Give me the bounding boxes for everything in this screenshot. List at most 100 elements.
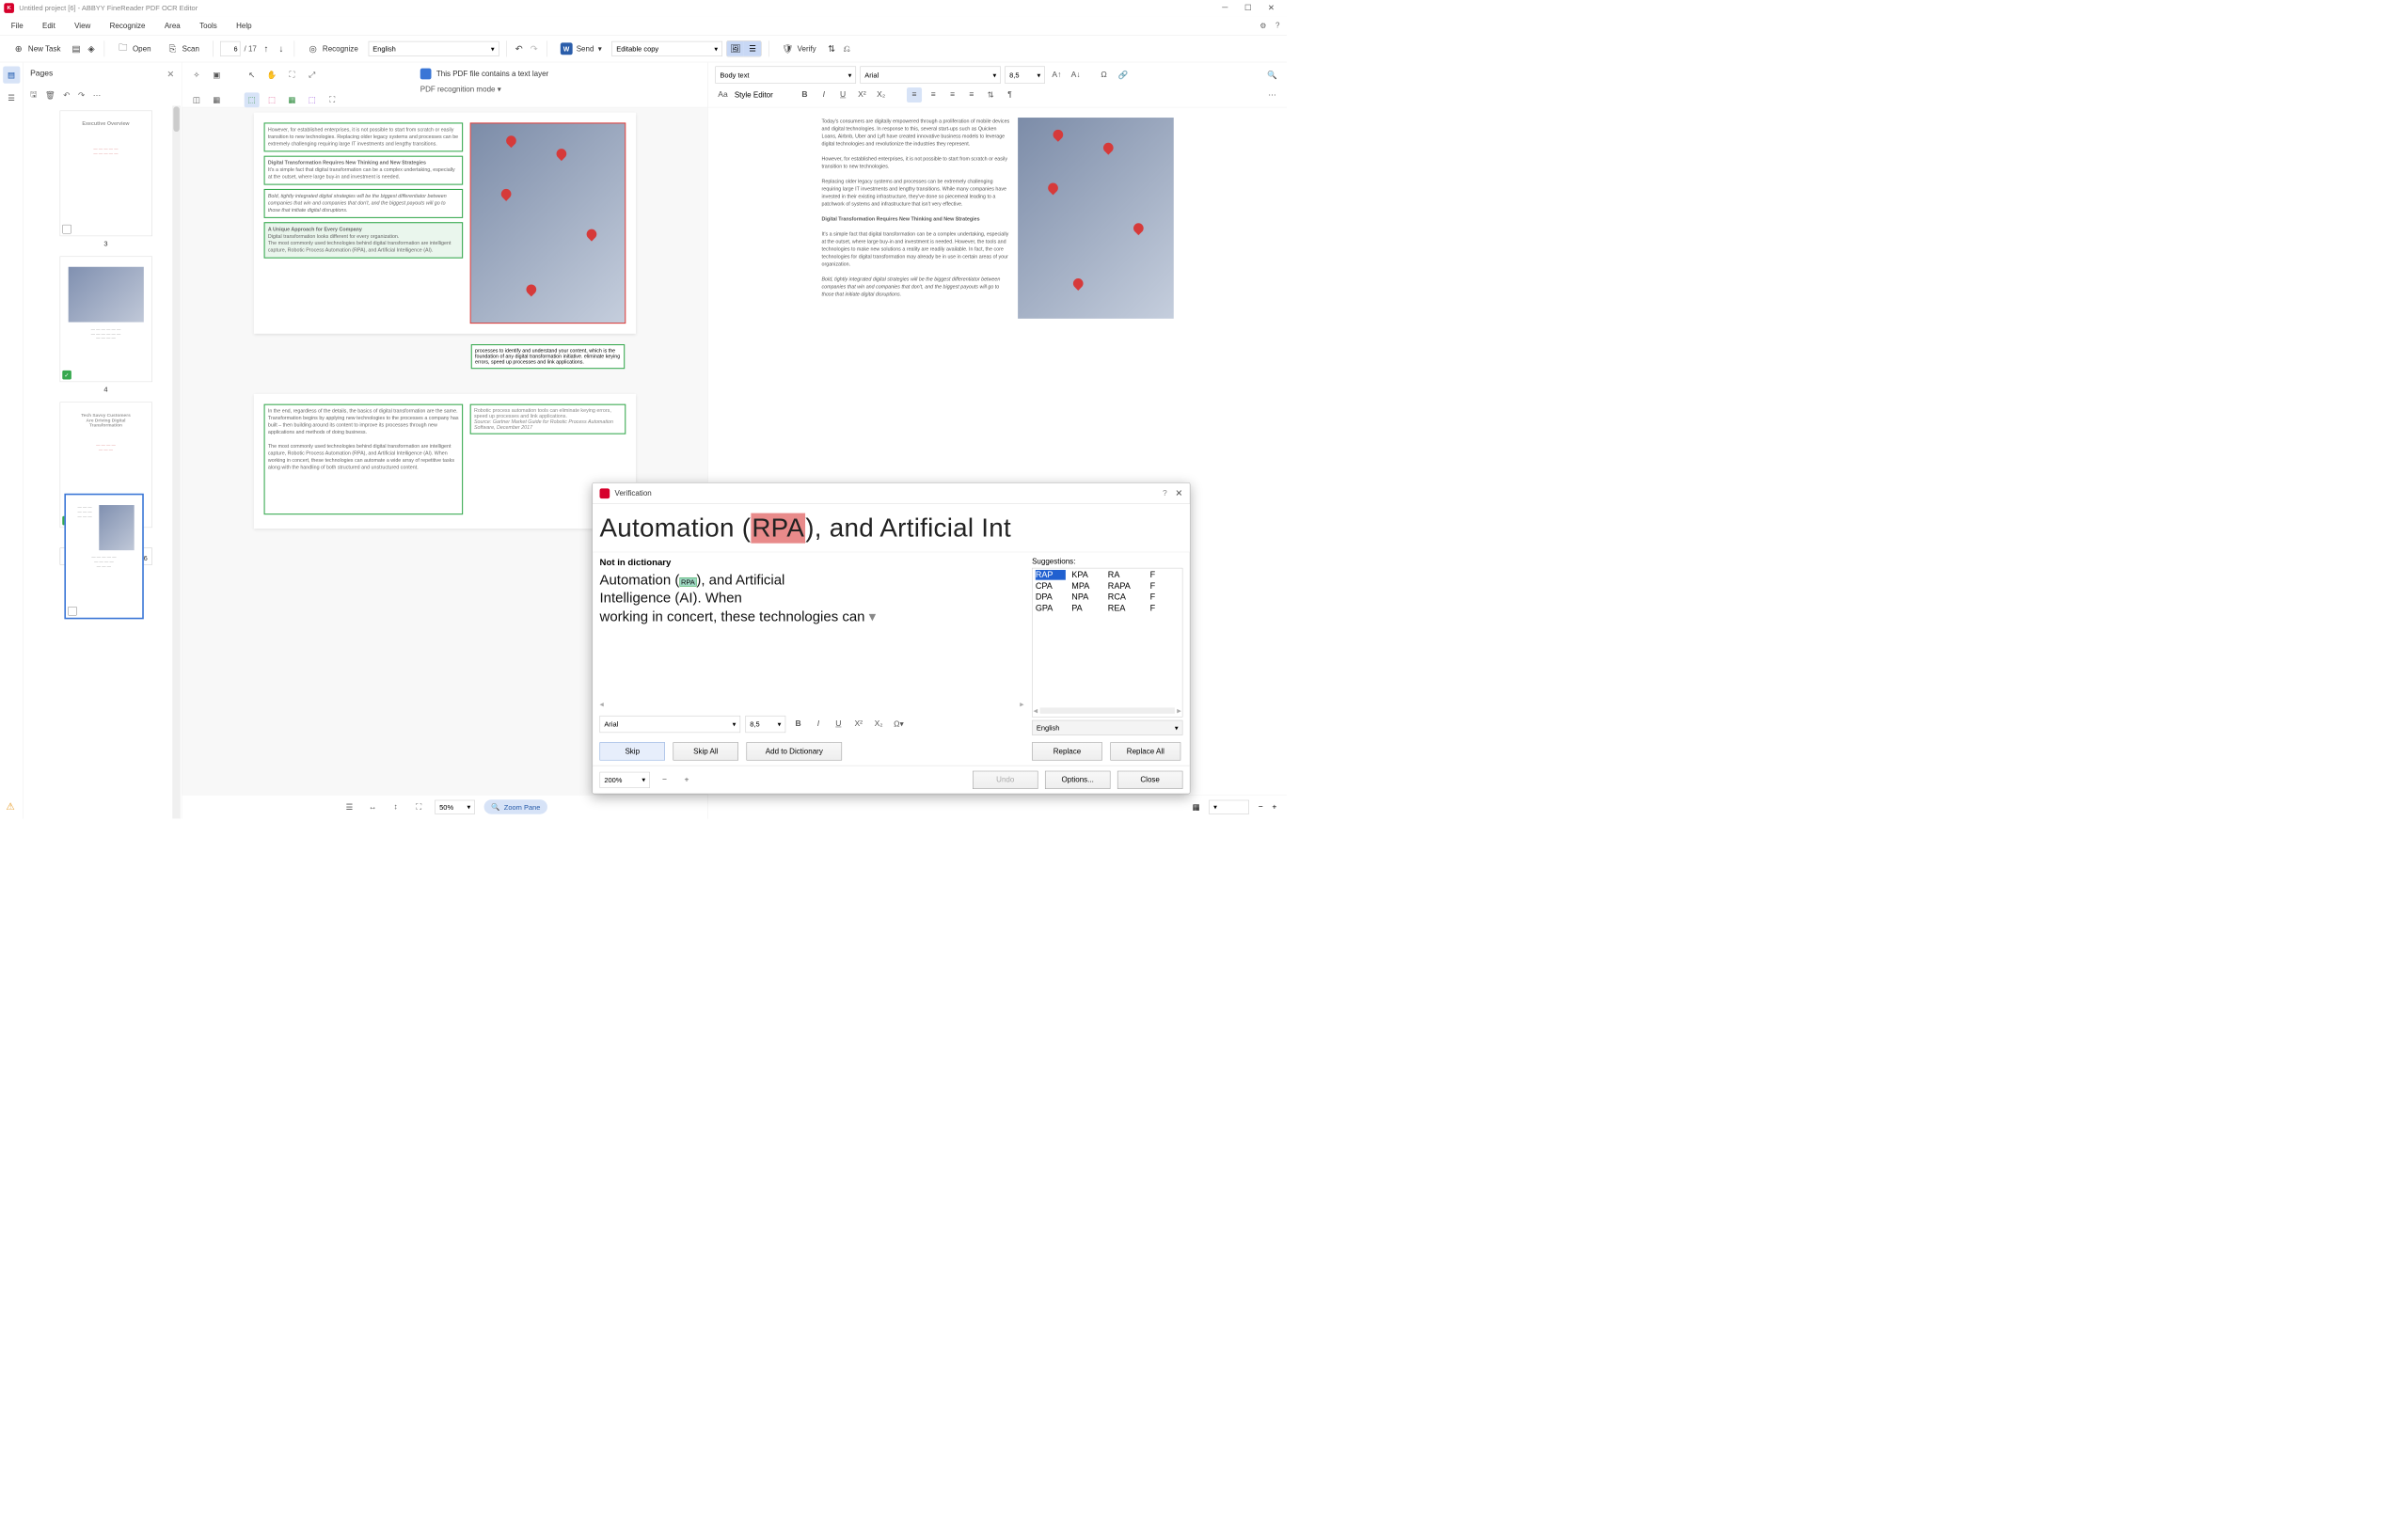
page-thumb-selected[interactable]: — — —— — —— — —— — — — —— — — —— — —6 (59, 547, 151, 564)
rail-list[interactable]: ☰ (3, 89, 20, 106)
tool-a-icon[interactable]: ⇅ (826, 43, 837, 55)
style-editor-label[interactable]: Style Editor (735, 90, 773, 99)
more-icon[interactable]: ⋯ (93, 90, 102, 101)
layers-icon[interactable]: ◈ (86, 43, 97, 55)
grid-icon[interactable]: ▦ (1193, 802, 1200, 813)
close-pages-icon[interactable]: ✕ (166, 69, 174, 79)
menu-file[interactable]: File (7, 20, 26, 32)
redo-icon[interactable]: ↷ (529, 43, 540, 55)
more-formatting-icon[interactable]: ⋯ (1264, 87, 1279, 103)
open-button[interactable]: 🗀Open (111, 40, 156, 57)
options-button[interactable]: Options... (1045, 770, 1110, 788)
save-icon[interactable]: 🖫 (30, 88, 37, 102)
zoom-out-icon[interactable]: − (1259, 802, 1263, 812)
scroll-right-icon[interactable]: ▸ (1020, 699, 1023, 709)
verify-zoom-in-icon[interactable]: + (679, 772, 694, 787)
fit-icon[interactable]: ⛶ (284, 68, 299, 83)
rail-pages[interactable]: ▤ (3, 67, 20, 84)
view-image-icon[interactable]: 🖼 (727, 41, 744, 56)
verify-bold-icon[interactable]: B (791, 717, 806, 732)
verify-context-text[interactable]: Automation (RPA), and Artificial Intelli… (600, 571, 1024, 697)
image-area[interactable]: processes to identify and understand you… (470, 122, 626, 324)
font-select[interactable]: Arial▾ (860, 67, 1001, 84)
hand-icon[interactable]: ✋ (264, 68, 279, 83)
fit-height-icon[interactable]: ↕ (388, 799, 403, 813)
area-table-icon[interactable]: ▦ (284, 92, 299, 107)
page-thumb[interactable]: Executive Overview— — — — —— — — — —3 (59, 111, 151, 247)
symbol-icon[interactable]: Ω (1097, 68, 1112, 83)
recognition-mode-dropdown[interactable]: PDF recognition mode ▾ (420, 85, 701, 94)
align-center-icon[interactable]: ≡ (926, 87, 941, 103)
line-spacing-icon[interactable]: ⇅ (983, 87, 998, 103)
delete-icon[interactable]: 🗑 (45, 90, 55, 101)
zoom-select[interactable]: 50%▾ (435, 799, 475, 813)
skip-button[interactable]: Skip (600, 742, 665, 760)
add-dictionary-button[interactable]: Add to Dictionary (747, 742, 843, 760)
menu-edit[interactable]: Edit (39, 20, 59, 32)
send-button[interactable]: WSend▾ (554, 39, 608, 57)
menu-view[interactable]: View (71, 20, 95, 32)
fit-width-icon[interactable]: ↔ (366, 799, 380, 813)
verify-underline-icon[interactable]: U (831, 717, 846, 732)
area-pic-icon[interactable]: ⬚ (264, 92, 279, 107)
skip-all-button[interactable]: Skip All (673, 742, 738, 760)
align-left-icon[interactable]: ≡ (907, 87, 922, 103)
subscript-icon[interactable]: X₂ (874, 87, 889, 103)
redo-icon[interactable]: ↷ (78, 90, 85, 101)
area-bg-icon[interactable]: ⬚ (305, 92, 320, 107)
suggestion-lang-select[interactable]: English▾ (1032, 720, 1182, 735)
help-icon[interactable]: ? (1275, 21, 1279, 30)
minimize-button[interactable]: ─ (1213, 0, 1237, 16)
dialog-help-icon[interactable]: ? (1163, 489, 1167, 498)
page-up-icon[interactable]: ↑ (261, 43, 272, 55)
page-icon[interactable]: ▤ (71, 43, 82, 55)
search-icon[interactable]: 🔍 (1264, 68, 1279, 83)
decrease-font-icon[interactable]: A↓ (1069, 68, 1084, 83)
text-zoom-select[interactable]: ▾ (1209, 799, 1249, 813)
img-tool-2[interactable]: ▣ (209, 68, 224, 83)
area-text-icon[interactable]: ⬚ (245, 92, 260, 107)
page-thumb[interactable]: — — — — — —— — — — — —— — — —✓4 (59, 257, 151, 393)
img-tool-1[interactable]: ✧ (189, 68, 204, 83)
undo-icon[interactable]: ↶ (514, 43, 525, 55)
menu-area[interactable]: Area (161, 20, 184, 32)
increase-font-icon[interactable]: A↑ (1049, 68, 1064, 83)
verify-button[interactable]: 🛡Verify (776, 40, 822, 57)
scrollbar[interactable] (172, 105, 181, 818)
tool-b-icon[interactable]: ⎌ (841, 43, 852, 55)
maximize-button[interactable]: ☐ (1237, 0, 1260, 16)
verify-zoom-out-icon[interactable]: − (657, 772, 672, 787)
pointer-icon[interactable]: ↖ (245, 68, 260, 83)
sug-right-icon[interactable]: ▸ (1177, 705, 1181, 716)
menu-help[interactable]: Help (232, 20, 256, 32)
img-tool-3[interactable]: ◫ (189, 92, 204, 107)
menu-recognize[interactable]: Recognize (105, 20, 149, 32)
zoom-in-icon[interactable]: + (1272, 802, 1276, 812)
underline-icon[interactable]: U (835, 87, 850, 103)
area-full-icon[interactable]: ⛶ (325, 92, 340, 107)
language-select[interactable]: English▾ (368, 41, 499, 56)
send-mode-select[interactable]: Editable copy▾ (611, 41, 722, 56)
verify-sup-icon[interactable]: X² (851, 717, 866, 732)
document-page-next[interactable]: In the end, regardless of the details, t… (254, 394, 636, 529)
fontsize-select[interactable]: 8,5▾ (1005, 67, 1045, 84)
superscript-icon[interactable]: X² (854, 87, 869, 103)
bold-icon[interactable]: B (797, 87, 812, 103)
align-justify-icon[interactable]: ≡ (964, 87, 979, 103)
undo-icon[interactable]: ↶ (63, 90, 70, 101)
document-page[interactable]: However, for established enterprises, it… (254, 113, 636, 334)
style-editor-button[interactable]: Aa (716, 87, 731, 103)
settings-icon[interactable]: ⚙ (1259, 21, 1266, 30)
close-dialog-button[interactable]: Close (1117, 770, 1182, 788)
list-icon[interactable]: ☰ (342, 799, 356, 813)
verify-font-select[interactable]: Arial▾ (600, 716, 741, 733)
suggestions-list[interactable]: RAPKPARAF CPAMPARAPAF DPANPARCAF GPAPARE… (1032, 568, 1182, 718)
paragraph-icon[interactable]: ¶ (1002, 87, 1017, 103)
replace-all-button[interactable]: Replace All (1110, 742, 1180, 760)
undo-button[interactable]: Undo (973, 770, 1038, 788)
page-down-icon[interactable]: ↓ (276, 43, 287, 55)
verify-italic-icon[interactable]: I (811, 717, 826, 732)
verify-sub-icon[interactable]: X₂ (871, 717, 886, 732)
link-icon[interactable]: 🔗 (1116, 68, 1131, 83)
dialog-close-icon[interactable]: ✕ (1175, 488, 1182, 498)
